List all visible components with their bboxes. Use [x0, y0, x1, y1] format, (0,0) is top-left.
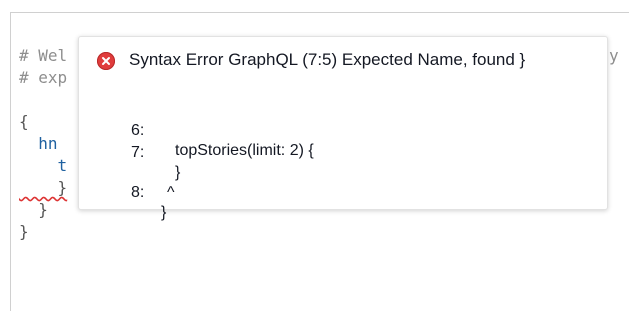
editor-line-1-tail: y I	[609, 46, 629, 65]
editor-line-8: }	[19, 200, 48, 219]
error-squiggle: }	[19, 178, 68, 197]
snippet-line-8: 8: }	[79, 163, 607, 243]
line-number: 8:	[131, 184, 145, 201]
snippet-code: }	[161, 204, 167, 221]
error-tooltip: Syntax Error GraphQL (7:5) Expected Name…	[78, 36, 608, 221]
editor-line-4: {	[19, 112, 29, 131]
error-message: Syntax Error GraphQL (7:5) Expected Name…	[129, 50, 526, 69]
editor-line-7: }	[19, 177, 68, 199]
error-circle-icon	[97, 52, 115, 70]
editor-line-5: hn	[19, 134, 58, 153]
editor-line-1: # Wel	[19, 46, 68, 65]
editor-line-2: # exp	[19, 68, 68, 87]
editor-line-6: t	[19, 156, 68, 175]
editor-line-9: }	[19, 222, 29, 241]
